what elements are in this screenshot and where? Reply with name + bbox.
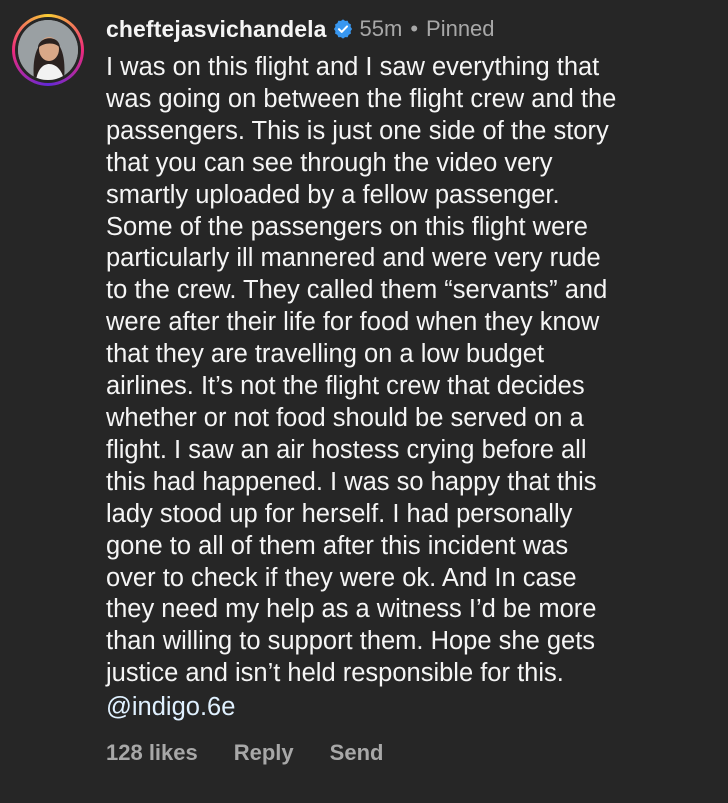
comment-text: I was on this flight and I saw everythin… (106, 52, 724, 690)
comment-line: to the crew. They called them “servants”… (106, 276, 608, 305)
comment-line: over to check if they were ok. And In ca… (106, 563, 577, 592)
comment-line: than willing to support them. Hope she g… (106, 627, 596, 656)
comment-line: airlines. It’s not the flight crew that … (106, 372, 585, 401)
avatar[interactable] (12, 14, 84, 86)
comment-actions: 128 likes Reply Send (106, 740, 419, 766)
comment-line: that they are travelling on a low budget (106, 340, 545, 369)
reply-button[interactable]: Reply (234, 740, 294, 766)
comment-line: they need my help as a witness I’d be mo… (106, 595, 597, 624)
pinned-label: Pinned (426, 16, 495, 41)
comment-header: cheftejasvichandela 55m • Pinned (106, 12, 495, 46)
comment-line: passengers. This is just one side of the… (106, 116, 609, 145)
comment-line: justice and isn’t held responsible for t… (106, 659, 564, 688)
comment-line: I was on this flight and I saw everythin… (106, 53, 600, 81)
comment-line: were after their life for food when they… (106, 308, 600, 337)
comment-line: was going on between the flight crew and… (106, 84, 617, 113)
comment-line: this had happened. I was so happy that t… (106, 467, 597, 496)
timestamp: 55m (359, 16, 403, 41)
username-link[interactable]: cheftejasvichandela (106, 16, 327, 43)
comment-line: smartly uploaded by a fellow passenger. (106, 180, 560, 209)
comment: cheftejasvichandela 55m • Pinned I was o… (0, 0, 728, 803)
comment-line: lady stood up for herself. I had persona… (106, 499, 573, 528)
verified-badge-icon (332, 18, 354, 40)
likes-count-button[interactable]: 128 likes (106, 740, 198, 766)
mention-link[interactable]: @indigo.6e (106, 692, 235, 724)
comment-line: whether or not food should be served on … (106, 403, 584, 432)
send-button[interactable]: Send (330, 740, 384, 766)
profile-photo (18, 20, 78, 80)
comment-line: flight. I saw an air hostess crying befo… (106, 435, 587, 464)
comment-line: Some of the passengers on this flight we… (106, 212, 588, 241)
comment-line: that you can see through the video very (106, 148, 553, 177)
comment-line: gone to all of them after this incident … (106, 531, 569, 560)
separator-dot: • (410, 16, 419, 41)
comment-line: particularly ill mannered and were very … (106, 244, 601, 273)
